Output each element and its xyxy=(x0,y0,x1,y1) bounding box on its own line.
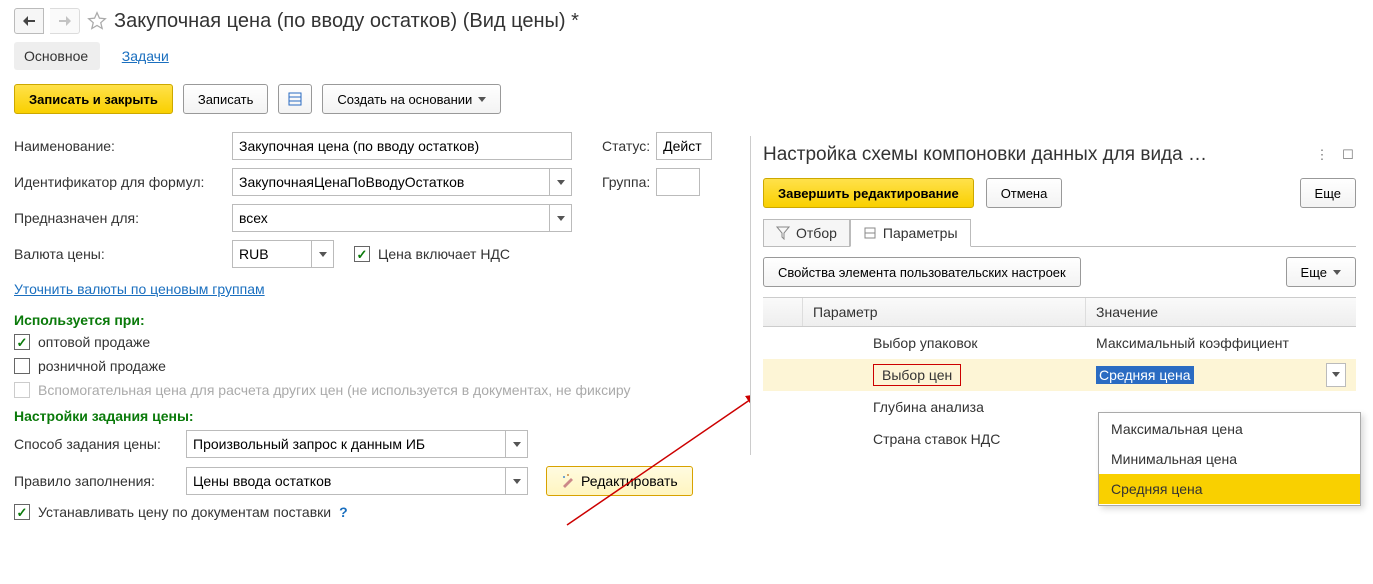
param-value-editing[interactable]: Средняя цена xyxy=(1096,366,1194,384)
currency-groups-link[interactable]: Уточнить валюты по ценовым группам xyxy=(14,281,265,297)
tab-main[interactable]: Основное xyxy=(14,42,100,70)
dialog-inner-more-label: Еще xyxy=(1301,265,1327,280)
favorite-star-icon[interactable] xyxy=(86,10,108,32)
chevron-down-icon xyxy=(478,97,486,102)
id-label: Идентификатор для формул: xyxy=(14,174,232,190)
tab-parameters-label: Параметры xyxy=(883,225,958,241)
retail-checkbox[interactable] xyxy=(14,358,30,374)
finish-edit-button[interactable]: Завершить редактирование xyxy=(763,178,974,208)
name-input[interactable] xyxy=(232,132,572,160)
set-by-docs-label: Устанавливать цену по документам поставк… xyxy=(38,504,331,520)
dropdown-option[interactable]: Минимальная цена xyxy=(1099,444,1360,474)
retail-label: розничной продаже xyxy=(38,358,166,374)
dialog-inner-more-button[interactable]: Еще xyxy=(1286,257,1356,287)
page-title: Закупочная цена (по вводу остатков) (Вид… xyxy=(114,10,579,33)
param-name: Страна ставок НДС xyxy=(803,426,1086,452)
currency-input[interactable] xyxy=(232,240,312,268)
set-by-docs-checkbox[interactable] xyxy=(14,504,30,520)
list-icon xyxy=(288,92,302,106)
rule-input[interactable] xyxy=(186,467,506,495)
status-input[interactable] xyxy=(656,132,712,160)
name-label: Наименование: xyxy=(14,138,232,154)
vat-checkbox[interactable] xyxy=(354,246,370,262)
create-based-on-button[interactable]: Создать на основании xyxy=(322,84,501,114)
dropdown-option[interactable]: Максимальная цена xyxy=(1099,414,1360,444)
dialog-more-icon[interactable]: ⋮ xyxy=(1314,147,1330,163)
dialog-more-label: Еще xyxy=(1315,186,1341,201)
col-checkbox xyxy=(763,298,803,326)
user-settings-props-button[interactable]: Свойства элемента пользовательских настр… xyxy=(763,257,1081,287)
param-name: Выбор упаковок xyxy=(803,330,1086,356)
param-name-highlighted: Выбор цен xyxy=(873,364,961,386)
param-value xyxy=(1086,402,1356,412)
purpose-input[interactable] xyxy=(232,204,550,232)
save-and-close-button[interactable]: Записать и закрыть xyxy=(14,84,173,114)
method-label: Способ задания цены: xyxy=(14,436,186,452)
dropdown-option-hover[interactable]: Средняя цена xyxy=(1099,474,1360,504)
funnel-icon xyxy=(776,226,790,240)
aux-label: Вспомогательная цена для расчета других … xyxy=(38,382,631,398)
group-label: Группа: xyxy=(602,174,650,190)
param-row[interactable]: Выбор упаковок Максимальный коэффициент xyxy=(763,327,1356,359)
chevron-down-icon xyxy=(557,216,565,221)
create-based-label: Создать на основании xyxy=(337,92,472,107)
cancel-button[interactable]: Отмена xyxy=(986,178,1063,208)
status-label: Статус: xyxy=(602,138,650,154)
param-value: Максимальный коэффициент xyxy=(1086,330,1356,356)
tab-filter[interactable]: Отбор xyxy=(763,219,850,247)
currency-dropdown-button[interactable] xyxy=(312,240,334,268)
tab-parameters[interactable]: Параметры xyxy=(850,219,971,247)
method-input[interactable] xyxy=(186,430,506,458)
list-view-button[interactable] xyxy=(278,84,312,114)
nav-back-button[interactable] xyxy=(14,8,44,34)
arrow-left-icon xyxy=(23,16,35,26)
dialog-more-button[interactable]: Еще xyxy=(1300,178,1356,208)
rule-label: Правило заполнения: xyxy=(14,473,186,489)
col-value: Значение xyxy=(1086,298,1356,326)
value-dropdown-list: Максимальная цена Минимальная цена Средн… xyxy=(1098,412,1361,506)
edit-rule-label: Редактировать xyxy=(581,473,678,489)
dialog-maximize-icon[interactable]: ☐ xyxy=(1340,147,1356,163)
group-input[interactable] xyxy=(656,168,700,196)
edit-rule-button[interactable]: Редактировать xyxy=(546,466,693,496)
value-dropdown-button[interactable] xyxy=(1326,363,1346,387)
chevron-down-icon xyxy=(557,180,565,185)
save-button[interactable]: Записать xyxy=(183,84,269,114)
chevron-down-icon xyxy=(1333,270,1341,275)
param-row-selected[interactable]: Выбор цен Средняя цена xyxy=(763,359,1356,391)
nav-forward-button[interactable] xyxy=(50,8,80,34)
rule-dropdown-button[interactable] xyxy=(506,467,528,495)
currency-label: Валюта цены: xyxy=(14,246,232,262)
dcs-settings-dialog: Настройка схемы компоновки данных для ви… xyxy=(750,136,1368,455)
purpose-label: Предназначен для: xyxy=(14,210,232,226)
dialog-title: Настройка схемы компоновки данных для ви… xyxy=(763,144,1304,166)
wholesale-checkbox[interactable] xyxy=(14,334,30,350)
vat-label: Цена включает НДС xyxy=(378,246,510,262)
tab-filter-label: Отбор xyxy=(796,225,837,241)
col-parameter: Параметр xyxy=(803,298,1086,326)
chevron-down-icon xyxy=(319,252,327,257)
method-dropdown-button[interactable] xyxy=(506,430,528,458)
wholesale-label: оптовой продаже xyxy=(38,334,150,350)
tab-tasks[interactable]: Задачи xyxy=(112,42,181,70)
chevron-down-icon xyxy=(513,442,521,447)
chevron-down-icon xyxy=(1332,372,1340,377)
param-name: Глубина анализа xyxy=(803,394,1086,420)
aux-checkbox xyxy=(14,382,30,398)
arrow-right-icon xyxy=(59,16,71,26)
id-input[interactable] xyxy=(232,168,550,196)
id-dropdown-button[interactable] xyxy=(550,168,572,196)
help-icon[interactable]: ? xyxy=(339,504,348,520)
chevron-down-icon xyxy=(513,479,521,484)
magic-wand-icon xyxy=(561,474,575,488)
purpose-dropdown-button[interactable] xyxy=(550,204,572,232)
params-icon xyxy=(863,226,877,240)
